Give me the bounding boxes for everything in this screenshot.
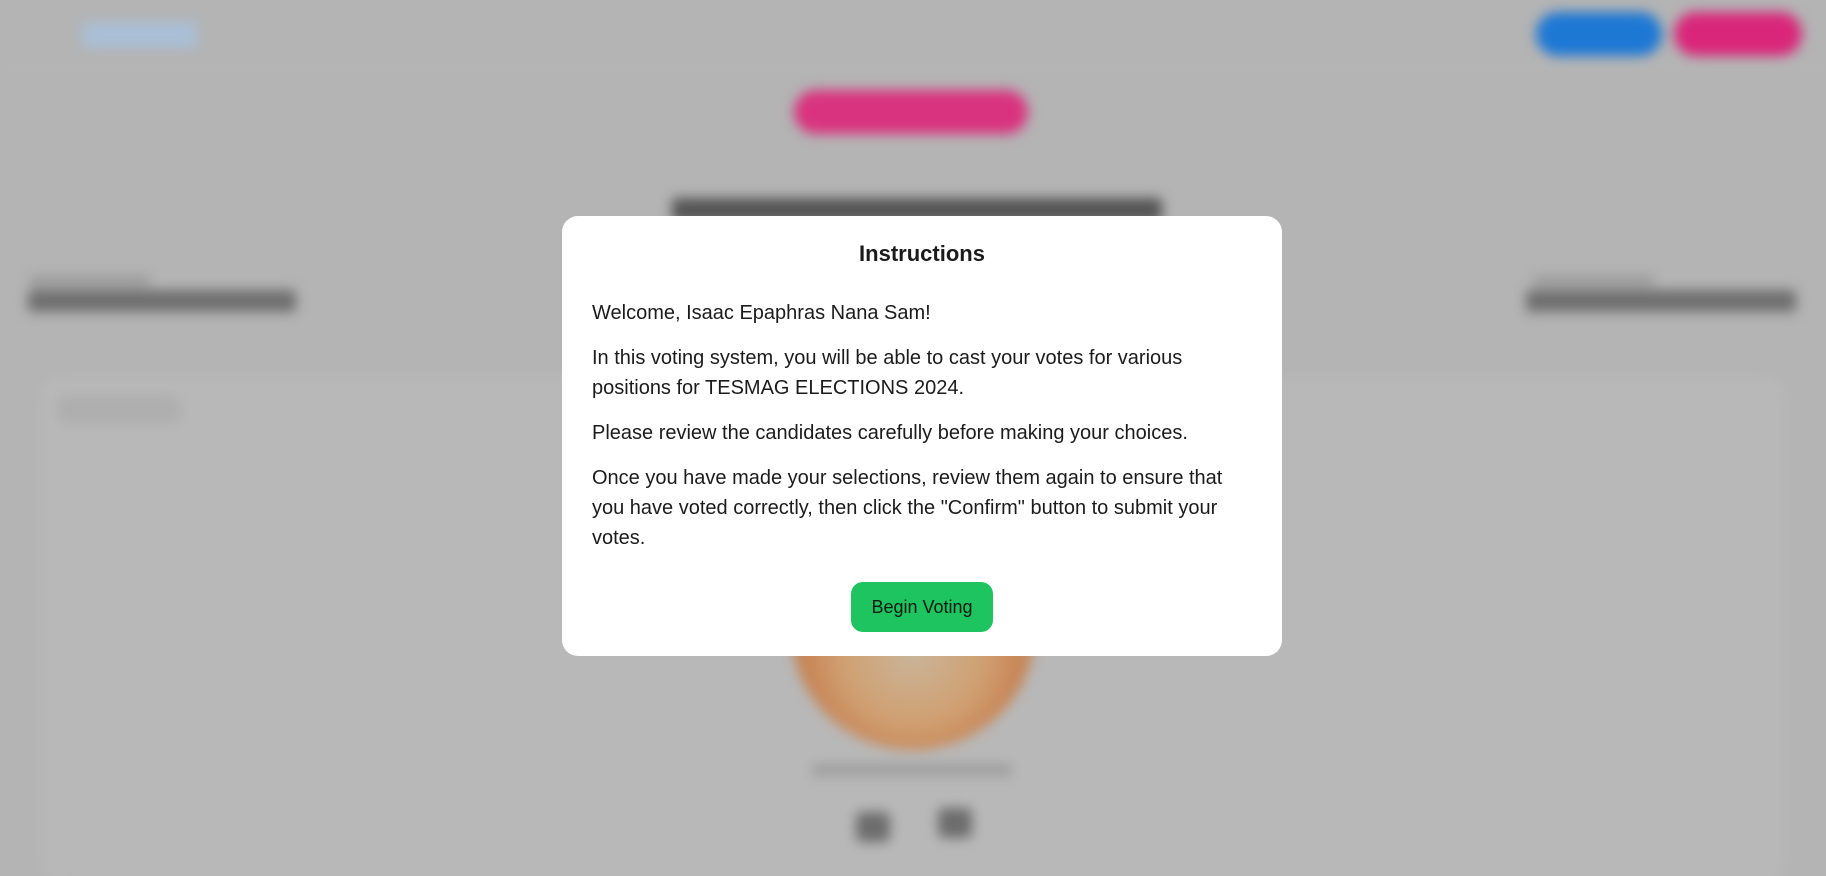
left-info-label	[30, 276, 150, 286]
right-info-value	[1526, 290, 1796, 312]
header-pink-button	[1674, 12, 1802, 56]
instruction-paragraph: Once you have made your selections, revi…	[592, 467, 1223, 549]
left-info-value	[28, 290, 296, 312]
logo	[82, 22, 198, 48]
right-info-label	[1534, 276, 1654, 286]
welcome-message: Welcome, Isaac Epaphras Nana Sam!	[592, 302, 931, 324]
modal-title: Instructions	[859, 241, 985, 266]
header-bar	[0, 0, 1826, 67]
modal-body: Welcome, Isaac Epaphras Nana Sam! In thi…	[592, 298, 1252, 553]
vote-yes-icon	[856, 812, 890, 842]
candidate-name	[812, 764, 1012, 776]
header-blue-button	[1536, 12, 1662, 56]
modal-actions: Begin Voting	[592, 582, 1252, 632]
instruction-paragraph: Please review the candidates carefully b…	[592, 422, 1188, 444]
candidates-card-tab	[58, 396, 180, 424]
begin-voting-button[interactable]: Begin Voting	[851, 582, 993, 632]
vote-no-icon	[938, 808, 972, 838]
instructions-modal: Instructions Welcome, Isaac Epaphras Nan…	[562, 216, 1282, 656]
voting-page: Instructions Welcome, Isaac Epaphras Nan…	[0, 0, 1826, 876]
position-pill	[794, 90, 1028, 134]
instruction-paragraph: In this voting system, you will be able …	[592, 347, 1183, 399]
